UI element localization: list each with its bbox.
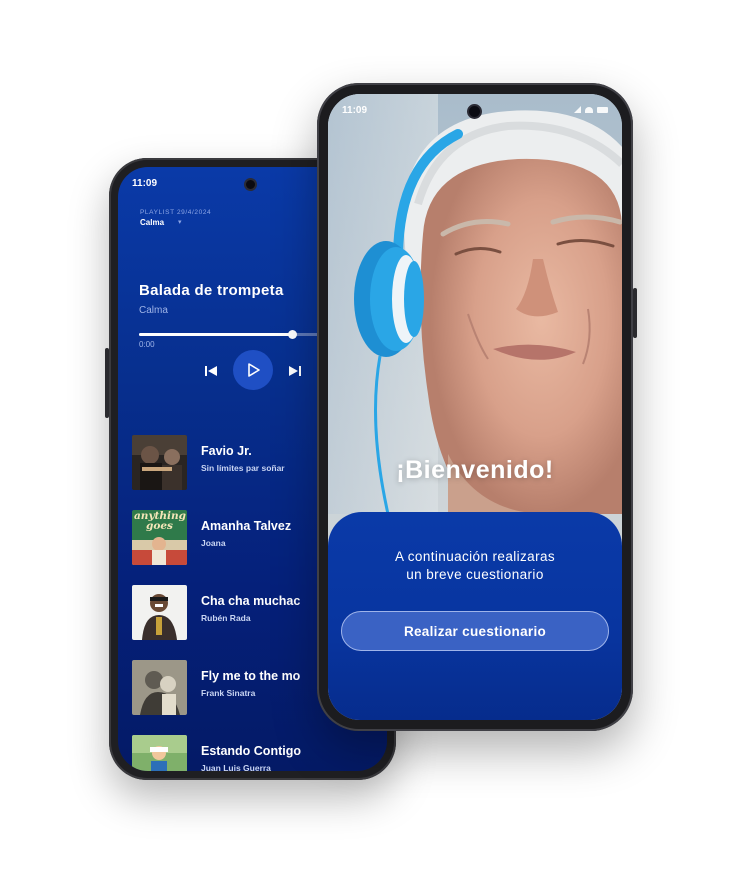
- welcome-screen: 11:09 ¡Bienvenido! A continuación realiz…: [328, 94, 622, 720]
- track-title: Favio Jr.: [201, 444, 252, 458]
- signal-icon: [574, 106, 581, 113]
- welcome-message: A continuación realizaras un breve cuest…: [328, 548, 622, 584]
- album-art-text: anything goes: [134, 510, 186, 532]
- track-title: Estando Contigo: [201, 744, 301, 758]
- track-artist: Rubén Rada: [201, 613, 251, 623]
- elderly-woman-headphones-photo: [328, 94, 622, 514]
- wifi-icon: [585, 106, 593, 113]
- skip-previous-icon[interactable]: [202, 362, 220, 380]
- status-icons: [574, 106, 608, 113]
- elapsed-time: 0:00: [139, 340, 155, 349]
- battery-icon: [597, 106, 608, 113]
- phone-side-button: [105, 348, 109, 418]
- album-art: anything goes: [132, 510, 187, 565]
- status-bar-time: 11:09: [342, 105, 368, 116]
- playlist-date-label: PLAYLIST 29/4/2024: [140, 209, 212, 216]
- phone-side-button: [633, 288, 637, 338]
- front-camera: [244, 178, 257, 191]
- track-title: Cha cha muchac: [201, 594, 301, 608]
- welcome-message-line1: A continuación realizaras: [394, 549, 556, 564]
- track-artist: Juan Luis Guerra: [201, 763, 271, 771]
- start-questionnaire-button[interactable]: Realizar cuestionario: [341, 611, 609, 651]
- album-art: [132, 585, 187, 640]
- front-camera: [467, 104, 482, 119]
- status-bar-time: 11:09: [132, 178, 158, 189]
- progress-fill: [139, 333, 292, 336]
- chevron-down-icon[interactable]: ▾: [178, 218, 182, 226]
- welcome-phone: 11:09 ¡Bienvenido! A continuación realiz…: [317, 83, 637, 731]
- track-title: Fly me to the mo: [201, 669, 301, 683]
- welcome-title: ¡Bienvenido!: [396, 456, 554, 484]
- progress-slider[interactable]: [139, 330, 319, 339]
- track-title: Amanha Talvez: [201, 519, 292, 533]
- welcome-message-line2: un breve cuestionario: [406, 567, 544, 582]
- now-playing-artist: Calma: [139, 305, 168, 316]
- track-artist: Sin límites par soñar: [201, 463, 285, 473]
- track-list-item[interactable]: Estando Contigo Juan Luis Guerra: [132, 735, 387, 771]
- album-art: [132, 660, 187, 715]
- progress-knob[interactable]: [288, 330, 297, 339]
- play-icon[interactable]: [233, 350, 273, 390]
- now-playing-title: Balada de trompeta: [139, 282, 284, 299]
- skip-next-icon[interactable]: [286, 362, 304, 380]
- album-art: [132, 735, 187, 771]
- playlist-selector[interactable]: Calma: [140, 218, 164, 227]
- track-artist: Joana: [201, 538, 226, 548]
- album-art: [132, 435, 187, 490]
- track-artist: Frank Sinatra: [201, 688, 256, 698]
